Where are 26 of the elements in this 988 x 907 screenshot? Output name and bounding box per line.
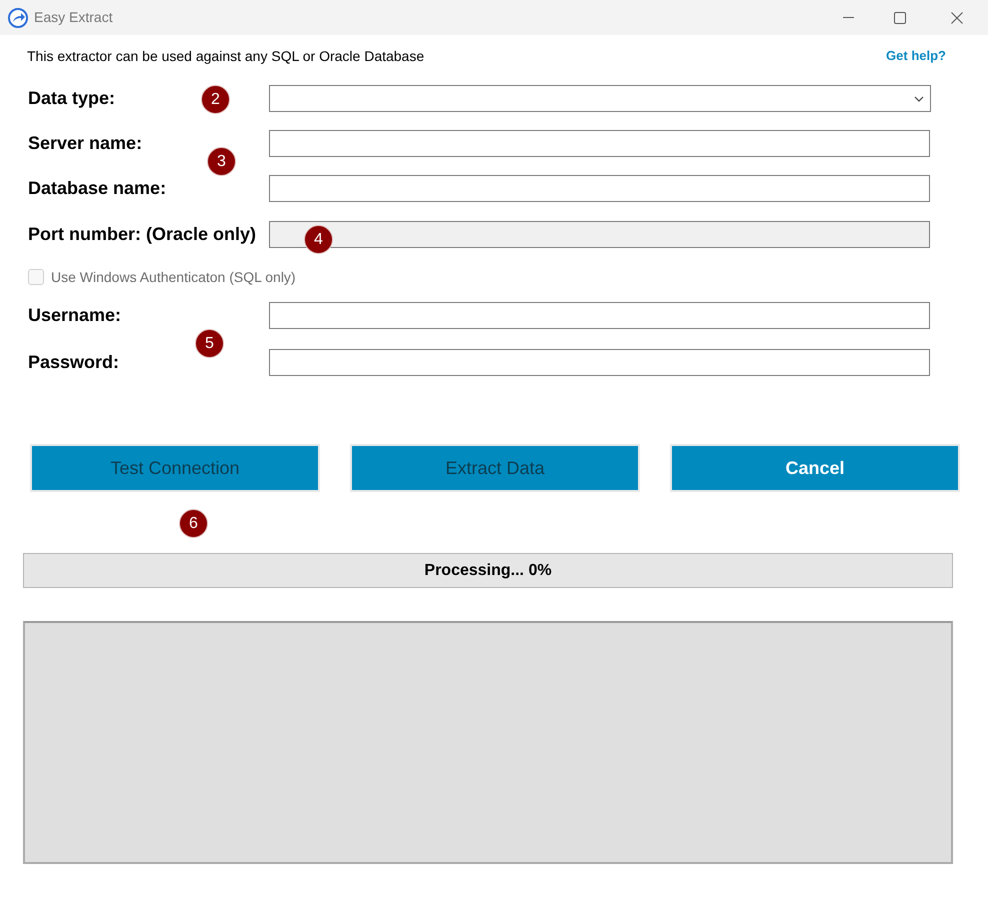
input-field[interactable] (269, 130, 930, 157)
field-label: Port number: (Oracle only) (28, 224, 256, 244)
callout-badge: 3 (207, 147, 236, 176)
field-label: Database name: (28, 178, 166, 198)
callout-badge: 2 (201, 85, 230, 114)
progress-text: Processing... 0% (424, 560, 552, 580)
minimize-icon (842, 17, 854, 18)
close-icon (951, 12, 963, 24)
input-field[interactable] (269, 302, 930, 329)
input-field[interactable] (269, 349, 930, 376)
intro-text: This extractor can be used against any SQL or Oracle Database (27, 46, 424, 66)
callout-badge: 5 (195, 329, 224, 358)
field-label: Password: (28, 352, 120, 372)
window-title: Easy Extract (34, 8, 113, 27)
field-label: Username: (28, 305, 122, 325)
data-type-dropdown[interactable] (269, 85, 931, 112)
field-label: Data type: (28, 88, 116, 108)
callout-badge: 6 (179, 509, 208, 538)
chevron-down-icon (914, 96, 924, 102)
help-link[interactable]: Get help? (886, 46, 946, 66)
maximize-icon (894, 12, 906, 24)
app-logo-icon (8, 8, 28, 28)
checkbox-label: Use Windows Authenticaton (SQL only) (51, 268, 296, 287)
input-field[interactable] (269, 175, 930, 202)
action-button[interactable]: Cancel (670, 444, 960, 492)
field-label: Server name: (28, 133, 142, 153)
